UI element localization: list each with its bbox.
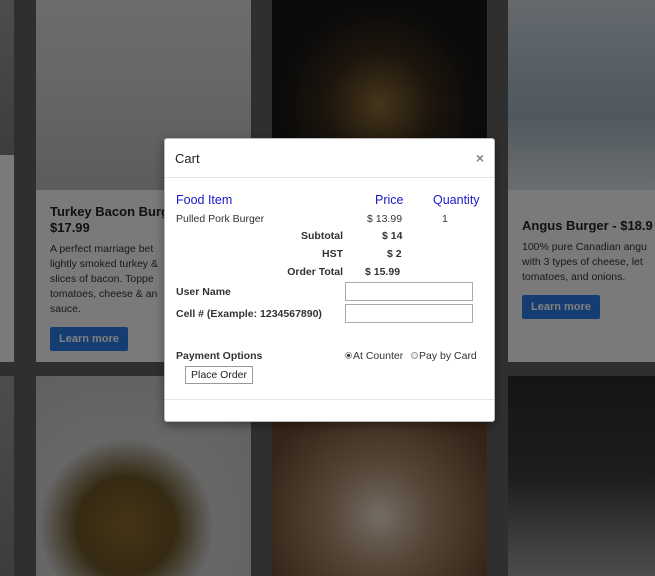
subtotal-label: Subtotal	[301, 230, 343, 242]
modal-footer	[165, 399, 494, 421]
username-label: User Name	[176, 286, 231, 298]
order-total-label: Order Total	[287, 266, 343, 278]
hst-value: $ 2	[387, 248, 402, 260]
payment-option-at-counter[interactable]: At Counter	[345, 350, 403, 362]
cell-number-input[interactable]	[345, 304, 473, 323]
order-total-value: $ 15.99	[365, 266, 401, 278]
close-icon[interactable]: ×	[476, 150, 484, 166]
radio-icon-checked[interactable]	[345, 351, 352, 359]
modal-header: Cart ×	[165, 139, 494, 178]
modal-title: Cart	[175, 151, 200, 166]
radio-icon[interactable]	[411, 351, 418, 359]
cart-item-name: Pulled Pork Burger	[176, 213, 265, 225]
place-order-button[interactable]: Place Order	[185, 366, 254, 384]
cell-number-label: Cell # (Example: 1234567890)	[176, 308, 322, 320]
payment-options-label: Payment Options	[176, 350, 263, 362]
username-input[interactable]	[345, 282, 473, 301]
column-header-price: Price	[375, 193, 404, 207]
payment-option-label: Pay by Card	[419, 350, 477, 362]
hst-label: HST	[322, 248, 343, 260]
subtotal-value: $ 14	[382, 230, 403, 242]
cart-modal: Cart × Food Item Price Quantity Pulled P…	[164, 138, 495, 422]
column-header-food-item: Food Item	[176, 193, 233, 207]
cart-item-price: $ 13.99	[367, 213, 403, 225]
payment-option-pay-by-card[interactable]: Pay by Card	[411, 350, 477, 362]
column-header-quantity: Quantity	[433, 193, 480, 207]
cart-item-quantity: 1	[442, 213, 448, 225]
payment-option-label: At Counter	[353, 350, 404, 362]
